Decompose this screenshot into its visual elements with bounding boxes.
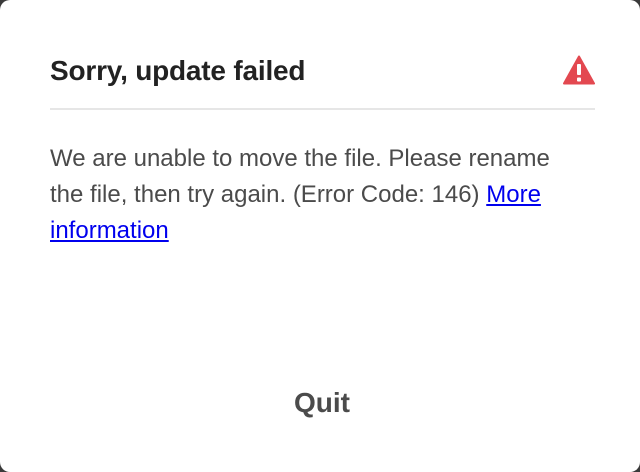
dialog-title: Sorry, update failed [50, 55, 306, 86]
error-message: We are unable to move the file. Please r… [50, 141, 560, 249]
error-message-text: We are unable to move the file. Please r… [50, 145, 550, 208]
update-failed-dialog: Sorry, update failed We are unable to mo… [0, 0, 640, 472]
alert-triangle-icon [563, 55, 595, 85]
quit-button[interactable]: Quit [262, 378, 382, 428]
dialog-header: Sorry, update failed [50, 50, 595, 110]
